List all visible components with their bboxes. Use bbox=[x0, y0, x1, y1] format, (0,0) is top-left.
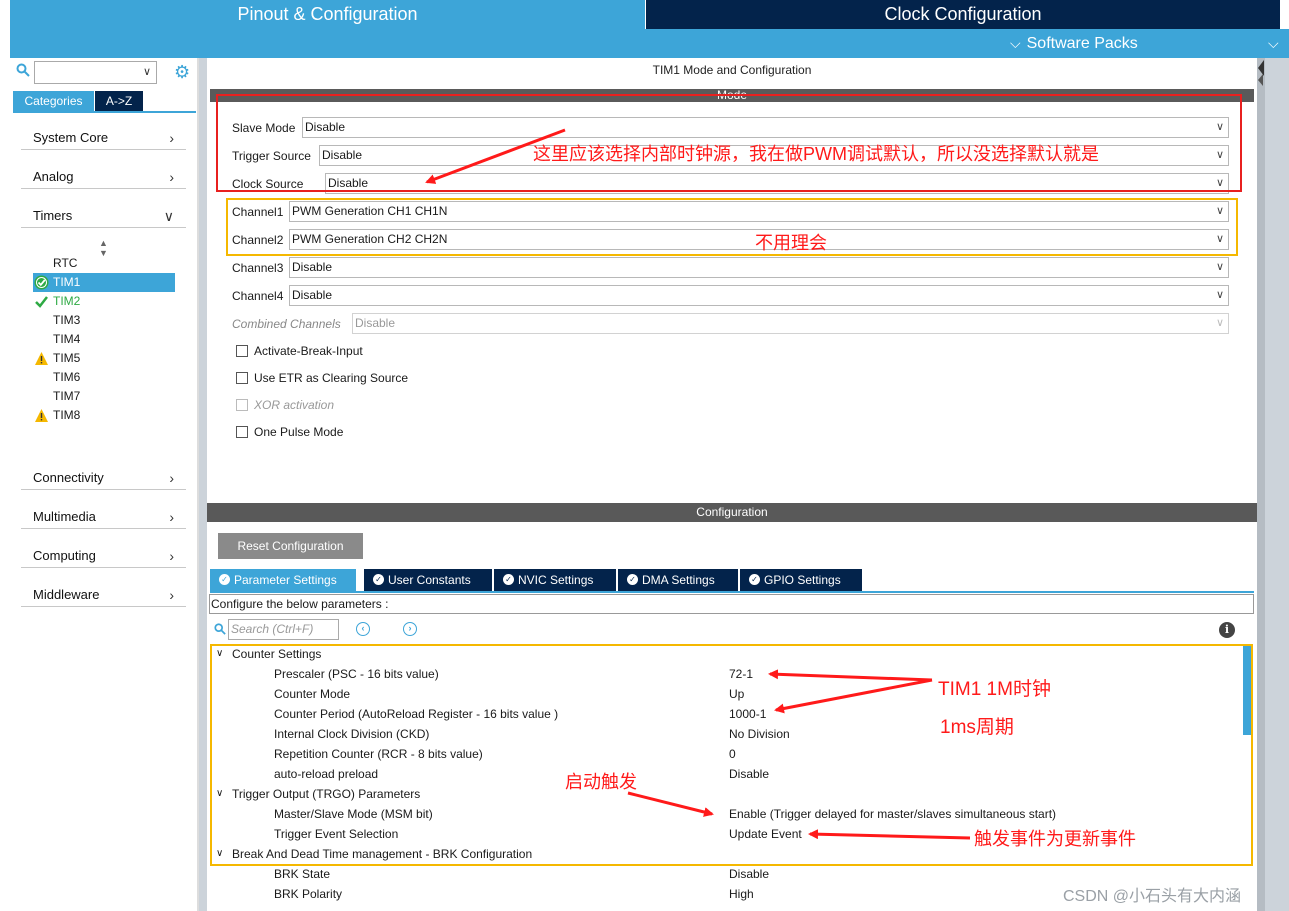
arrow-period bbox=[774, 678, 933, 714]
arrow-clock-source bbox=[425, 128, 566, 184]
annotation-arrows bbox=[425, 128, 971, 840]
arrow-prescaler bbox=[768, 669, 933, 682]
watermark: CSDN @小石头有大内涵 bbox=[1063, 888, 1242, 905]
arrow-trigger-event bbox=[808, 829, 971, 840]
arrow-msm bbox=[627, 791, 714, 817]
